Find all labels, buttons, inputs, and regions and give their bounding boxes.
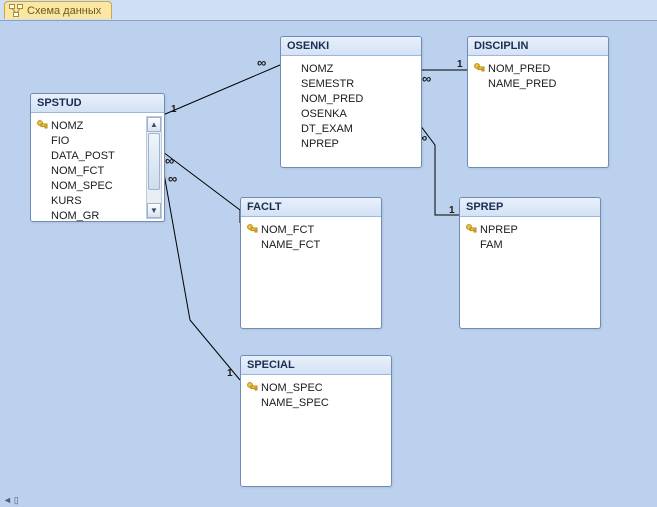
field-name: NOMZ (51, 120, 83, 132)
field-name: NAME_PRED (488, 78, 556, 90)
tab-bar: Схема данных (0, 0, 657, 21)
field-row[interactable]: NOM_SPEC (261, 381, 383, 396)
primary-key-icon (466, 224, 477, 235)
field-row[interactable]: NAME_SPEC (261, 396, 383, 411)
field-row[interactable]: NOMZ (301, 62, 413, 77)
primary-key-icon (37, 120, 48, 131)
cardinality-one: 1 (227, 368, 233, 379)
field-name: NAME_SPEC (261, 397, 329, 409)
field-row[interactable]: NPREP (301, 137, 413, 152)
field-name: NOM_SPEC (51, 180, 113, 192)
table-disciplin[interactable]: DISCIPLIN NOM_PRED NAME_PRED (467, 36, 609, 168)
field-row[interactable]: OSENKA (301, 107, 413, 122)
cardinality-many: ∞ (168, 171, 177, 186)
table-title: FACLT (241, 198, 381, 217)
field-row[interactable]: NOM_FCT (261, 223, 373, 238)
scroll-up-button[interactable]: ▲ (147, 117, 161, 132)
field-name: FIO (51, 135, 69, 147)
table-faclt[interactable]: FACLT NOM_FCT NAME_FCT (240, 197, 382, 329)
primary-key-icon (474, 63, 485, 74)
field-name: FAM (480, 239, 503, 251)
field-name: NOM_PRED (488, 63, 550, 75)
table-title: SPSTUD (31, 94, 164, 113)
table-osenki[interactable]: OSENKI NOMZ SEMESTR NOM_PRED OSENKA DT_E… (280, 36, 422, 168)
field-name: NAME_FCT (261, 239, 320, 251)
tab-schema[interactable]: Схема данных (4, 1, 112, 19)
primary-key-icon (247, 382, 258, 393)
cardinality-one: 1 (457, 59, 463, 70)
field-name: NOMZ (301, 63, 333, 75)
field-name: NOM_PRED (301, 93, 363, 105)
field-name: NOM_SPEC (261, 382, 323, 394)
field-row[interactable]: FIO (51, 134, 156, 149)
cardinality-many: ∞ (422, 71, 431, 86)
field-name: NPREP (480, 224, 518, 236)
scroll-down-button[interactable]: ▼ (147, 203, 161, 218)
field-name: NPREP (301, 138, 339, 150)
scroll-thumb[interactable] (148, 133, 160, 190)
field-row[interactable]: NAME_FCT (261, 238, 373, 253)
field-row[interactable]: NOM_PRED (488, 62, 600, 77)
nav-left-icon[interactable]: ◄ (3, 495, 12, 505)
record-navigator: ◄ ▯ (0, 493, 19, 507)
relationship-diagram-view: Схема данных 1 ∞ ∞ 1 ∞ 1 ∞ 1 ∞ 1 (0, 0, 657, 507)
field-row[interactable]: DATA_POST (51, 149, 156, 164)
cardinality-one: 1 (449, 205, 455, 216)
table-title: OSENKI (281, 37, 421, 56)
field-row[interactable]: NOM_SPEC (51, 179, 156, 194)
primary-key-icon (247, 224, 258, 235)
field-row[interactable]: KURS (51, 194, 156, 209)
tab-label: Схема данных (27, 5, 101, 17)
table-title: DISCIPLIN (468, 37, 608, 56)
field-row[interactable]: DT_EXAM (301, 122, 413, 137)
field-row[interactable]: FAM (480, 238, 592, 253)
table-title: SPREP (460, 198, 600, 217)
table-spstud[interactable]: SPSTUD NOMZ FIO DATA_POST NOM_FCT NOM_SP… (30, 93, 165, 222)
field-row[interactable]: NAME_PRED (488, 77, 600, 92)
table-special[interactable]: SPECIAL NOM_SPEC NAME_SPEC (240, 355, 392, 487)
nav-record-icon: ▯ (14, 495, 19, 506)
scrollbar[interactable]: ▲ ▼ (146, 116, 162, 219)
cardinality-one: 1 (171, 104, 177, 115)
relationships-icon (9, 4, 23, 17)
field-name: NOM_FCT (51, 165, 104, 177)
cardinality-many: ∞ (165, 153, 174, 168)
field-row[interactable]: NOM_GR (51, 209, 156, 224)
field-name: NOM_GR (51, 210, 99, 222)
field-name: DATA_POST (51, 150, 115, 162)
field-name: SEMESTR (301, 78, 354, 90)
field-name: NOM_FCT (261, 224, 314, 236)
field-row[interactable]: NOM_PRED (301, 92, 413, 107)
field-row[interactable]: SEMESTR (301, 77, 413, 92)
cardinality-many: ∞ (257, 55, 266, 70)
field-row[interactable]: NOM_FCT (51, 164, 156, 179)
field-name: OSENKA (301, 108, 347, 120)
field-row[interactable]: NOMZ (51, 119, 156, 134)
diagram-canvas[interactable]: 1 ∞ ∞ 1 ∞ 1 ∞ 1 ∞ 1 SPSTUD (0, 20, 657, 507)
table-sprep[interactable]: SPREP NPREP FAM (459, 197, 601, 329)
field-row[interactable]: NPREP (480, 223, 592, 238)
field-name: KURS (51, 195, 82, 207)
field-name: DT_EXAM (301, 123, 353, 135)
table-title: SPECIAL (241, 356, 391, 375)
